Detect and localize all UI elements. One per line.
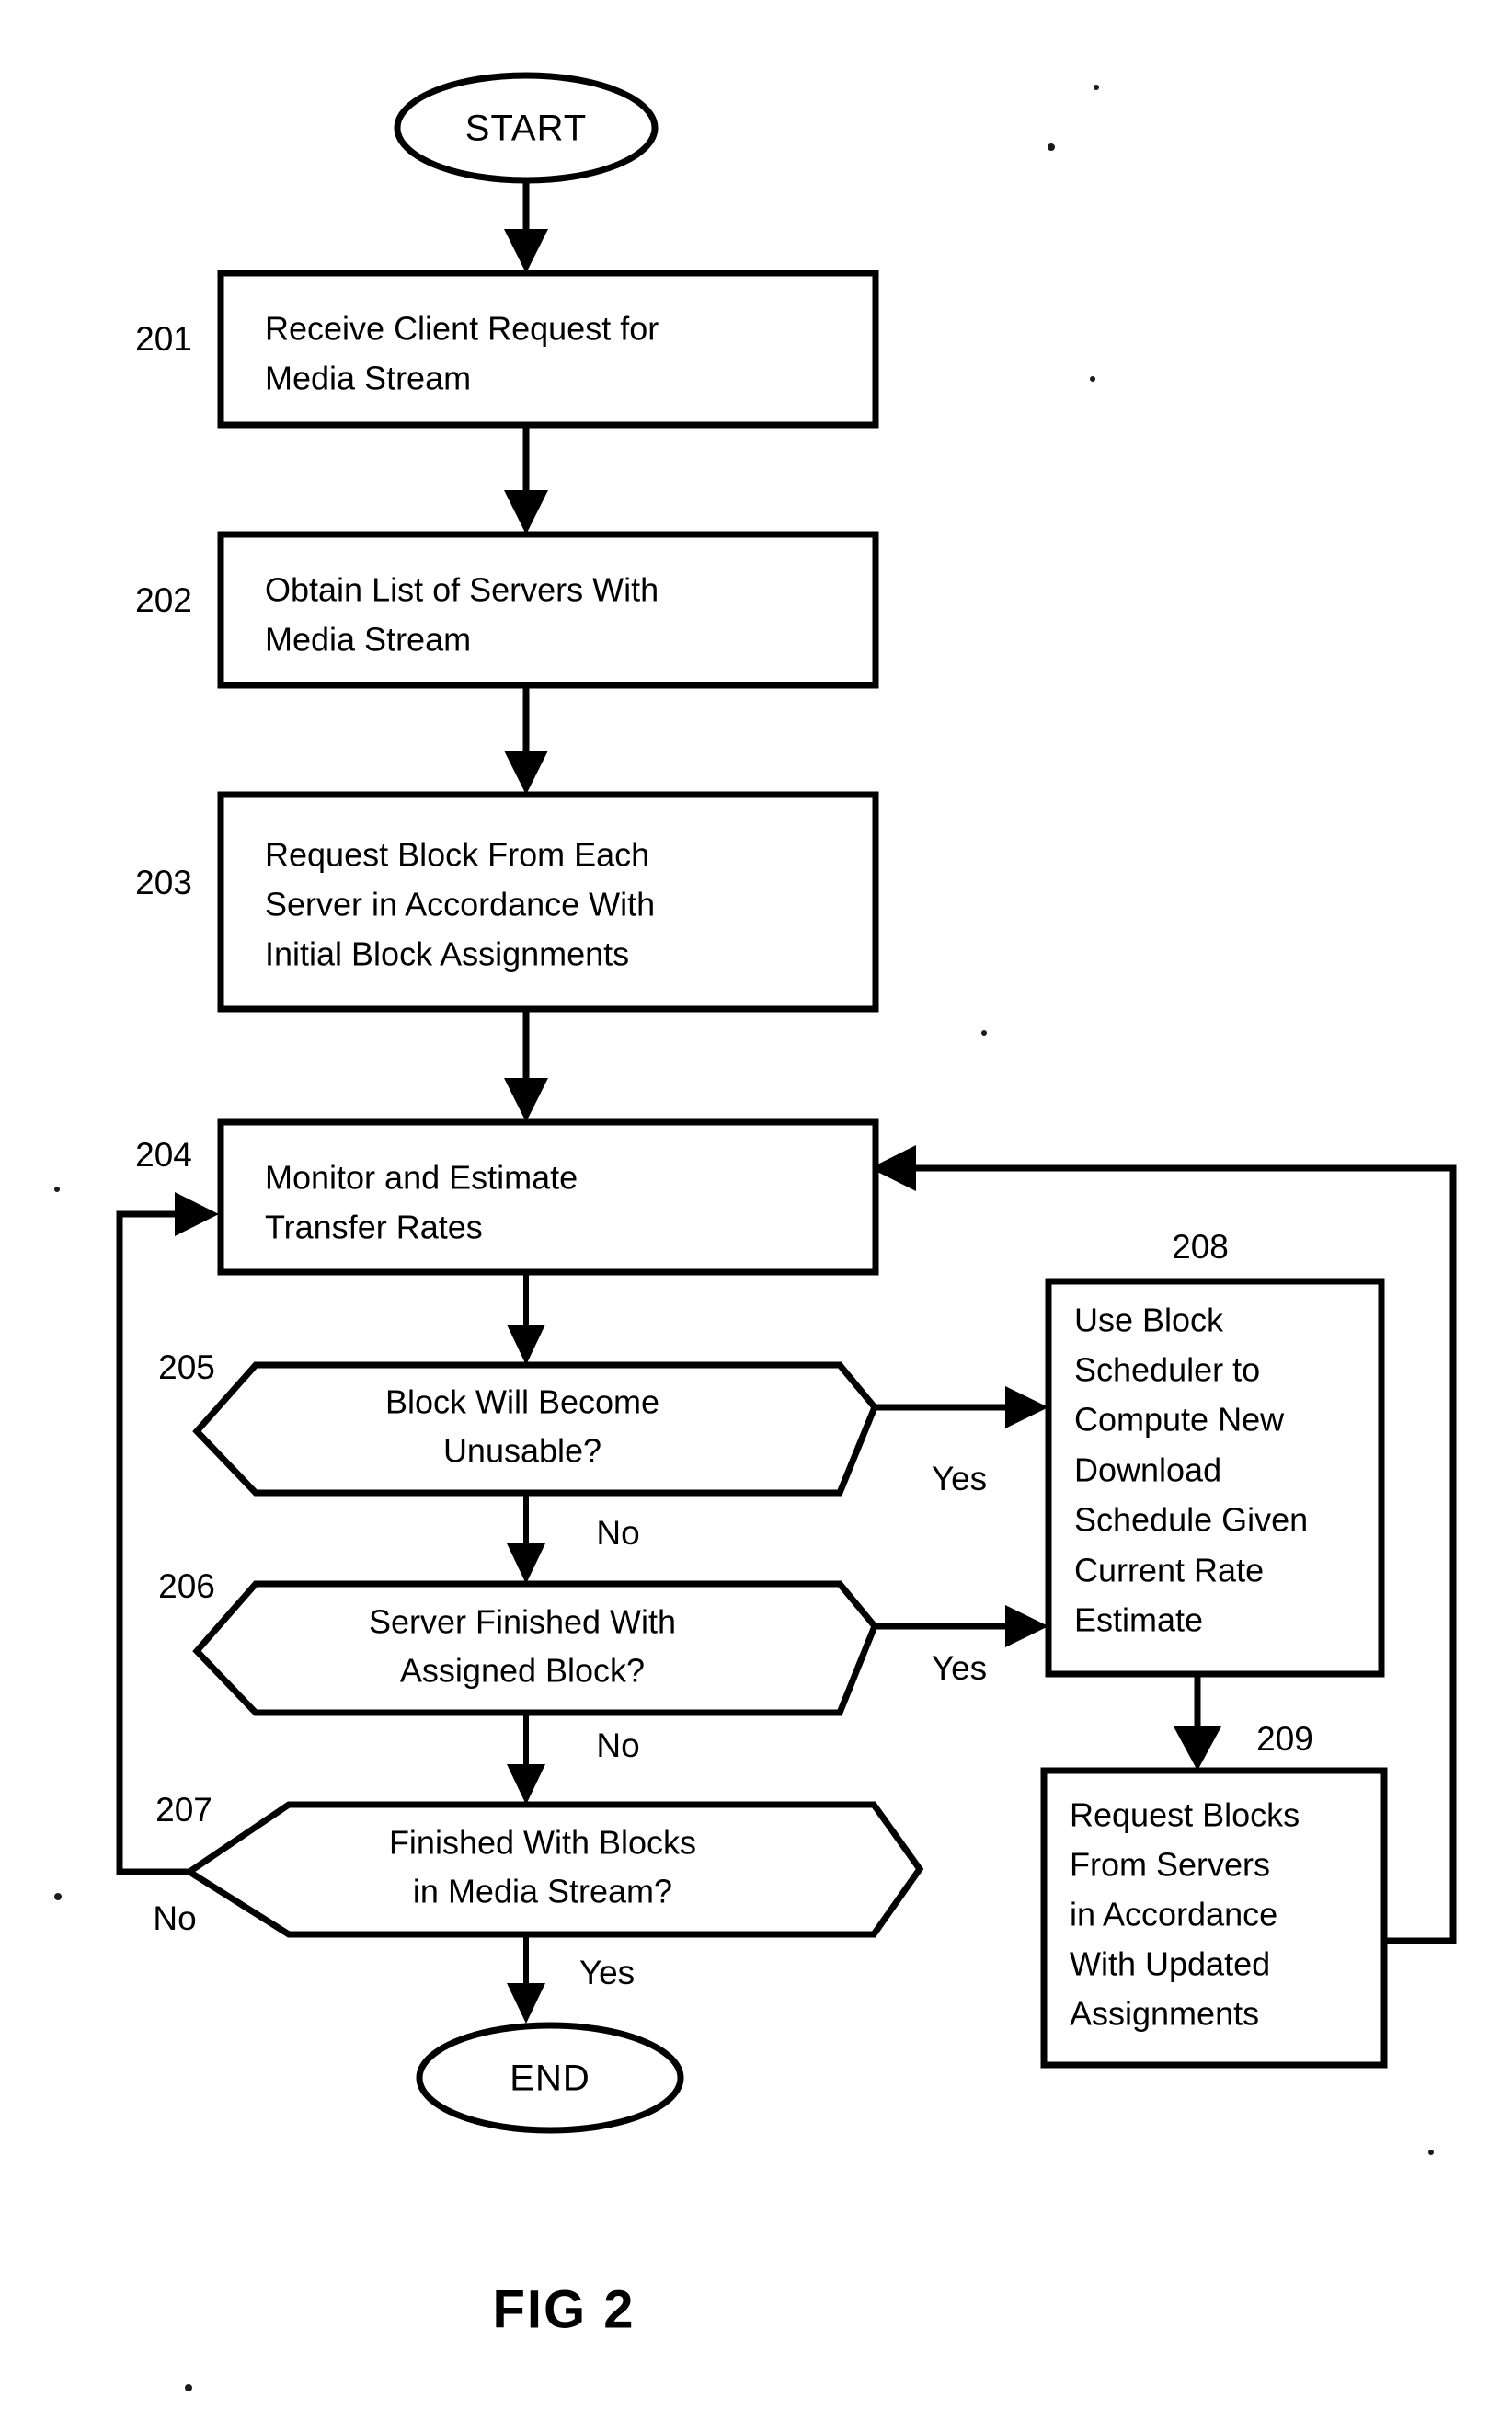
node-206: Server Finished With Assigned Block? 206: [158, 1567, 879, 1716]
scan-speck: [1094, 85, 1099, 90]
node-208-line-1: Use Block: [1074, 1302, 1224, 1339]
edge-203-to-204: [504, 1009, 548, 1122]
node-202-line-2: Media Stream: [265, 621, 471, 659]
node-end-label: END: [510, 2059, 590, 2099]
edge-label-no-205: No: [596, 1514, 639, 1552]
edge-205-yes-to-208: [875, 1386, 1048, 1428]
edge-208-to-209: [1174, 1674, 1221, 1771]
node-end: END: [416, 2022, 684, 2134]
scan-speck: [185, 2384, 192, 2391]
node-203-line-1: Request Block From Each: [265, 836, 649, 874]
scan-speck: [54, 1893, 62, 1900]
node-208-ref: 208: [1172, 1228, 1229, 1266]
edge-start-to-201: [504, 179, 548, 273]
scan-speck: [981, 1030, 987, 1036]
edge-label-yes-207: Yes: [579, 1954, 635, 1991]
node-203: Request Block From Each Server in Accord…: [135, 791, 879, 1013]
node-206-line-2: Assigned Block?: [400, 1652, 645, 1690]
node-208-line-4: Download: [1074, 1451, 1221, 1489]
edge-204-to-205: [507, 1272, 545, 1365]
node-201-line-2: Media Stream: [265, 360, 471, 397]
node-203-line-2: Server in Accordance With: [265, 886, 655, 923]
node-207-line-2: in Media Stream?: [413, 1873, 672, 1910]
node-208-line-3: Compute New: [1074, 1401, 1285, 1439]
node-201: Receive Client Request for Media Stream …: [135, 270, 879, 429]
node-204-line-2: Transfer Rates: [265, 1209, 483, 1246]
node-208-line-2: Scheduler to: [1074, 1351, 1260, 1389]
node-208-line-5: Schedule Given: [1074, 1501, 1308, 1539]
edge-205-no-to-206: [507, 1493, 545, 1584]
node-207-line-1: Finished With Blocks: [389, 1824, 696, 1862]
node-202-line-1: Obtain List of Servers With: [265, 571, 659, 609]
flowchart-canvas: START Receive Client Request for Media S…: [54, 72, 1457, 2391]
edge-label-no-207: No: [153, 1899, 196, 1937]
node-208-line-6: Current Rate: [1074, 1552, 1264, 1589]
node-201-line-1: Receive Client Request for: [265, 310, 659, 348]
edge-label-no-206: No: [596, 1726, 639, 1764]
node-201-ref: 201: [135, 320, 192, 358]
node-start-label: START: [465, 109, 587, 149]
node-205-line-2: Unusable?: [443, 1432, 601, 1470]
node-209-line-2: From Servers: [1070, 1846, 1270, 1884]
edge-207-no-to-204: [116, 1192, 219, 1875]
node-start: START: [394, 72, 659, 184]
node-209-line-4: With Updated: [1070, 1945, 1270, 1983]
node-207: Finished With Blocks in Media Stream? 20…: [155, 1791, 924, 1938]
scan-speck: [1428, 2150, 1434, 2155]
node-203-line-3: Initial Block Assignments: [265, 935, 629, 973]
edge-202-to-203: [504, 685, 548, 795]
edge-206-no-to-207: [507, 1713, 545, 1805]
node-209-line-5: Assignments: [1070, 1995, 1259, 2033]
node-208: Use Block Scheduler to Compute New Downl…: [1045, 1228, 1385, 1678]
edge-207-yes-to-end: [507, 1934, 545, 2024]
node-204-line-1: Monitor and Estimate: [265, 1159, 578, 1197]
node-204: Monitor and Estimate Transfer Rates 204: [135, 1118, 879, 1276]
node-208-line-7: Estimate: [1074, 1601, 1203, 1639]
scan-speck: [1090, 376, 1095, 382]
node-205-ref: 205: [158, 1348, 215, 1386]
figure-caption: FIG 2: [492, 2279, 635, 2339]
node-209-line-1: Request Blocks: [1070, 1796, 1300, 1834]
scan-speck: [54, 1187, 60, 1192]
node-206-ref: 206: [158, 1567, 215, 1605]
node-203-ref: 203: [135, 864, 192, 901]
patent-figure-page: START Receive Client Request for Media S…: [0, 0, 1512, 2420]
node-209: Request Blocks From Servers in Accordanc…: [1040, 1720, 1388, 2069]
node-205-line-1: Block Will Become: [385, 1383, 659, 1421]
node-209-line-3: in Accordance: [1070, 1896, 1277, 1933]
node-202: Obtain List of Servers With Media Stream…: [135, 531, 879, 689]
edge-206-yes-to-208: [875, 1605, 1048, 1647]
edge-201-to-202: [504, 425, 548, 534]
scan-speck: [1048, 143, 1055, 151]
edge-label-yes-206: Yes: [932, 1649, 987, 1687]
node-202-ref: 202: [135, 581, 192, 619]
node-206-line-1: Server Finished With: [369, 1603, 676, 1641]
node-204-ref: 204: [135, 1136, 192, 1174]
edge-label-yes-205: Yes: [932, 1460, 987, 1497]
node-207-ref: 207: [155, 1791, 212, 1829]
node-209-ref: 209: [1256, 1720, 1313, 1758]
node-205: Block Will Become Unusable? 205: [158, 1348, 879, 1497]
